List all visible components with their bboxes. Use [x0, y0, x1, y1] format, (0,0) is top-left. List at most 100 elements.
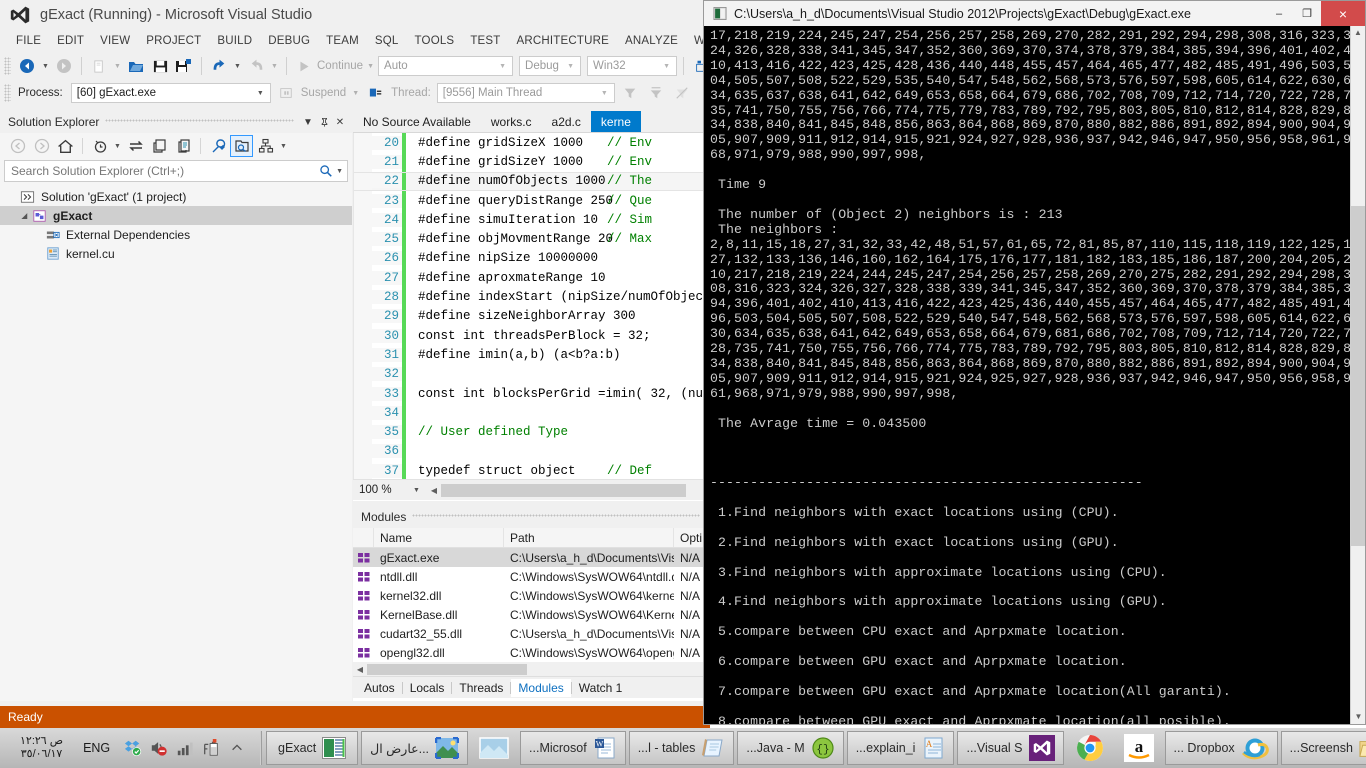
menu-team[interactable]: TEAM — [318, 33, 367, 49]
solution-explorer-overflow-icon[interactable]: ▼ — [278, 135, 289, 157]
task-tables[interactable]: ...l - tables — [628, 731, 735, 765]
scroll-left-arrow-icon[interactable]: ◀ — [427, 486, 441, 495]
table-row[interactable]: cudart32_55.dll C:\Users\a_h_d\Documents\… — [353, 624, 710, 643]
task-gexact[interactable]: gExact — [266, 731, 359, 765]
code-line[interactable]: 27 #define aproxmateRange 10 — [354, 268, 710, 288]
menu-test[interactable]: TEST — [462, 33, 508, 49]
navigate-backward-icon[interactable] — [16, 55, 38, 77]
code-lines-container[interactable]: 20 #define gridSizeX 1000 // Env 21 #define … — [353, 133, 710, 479]
solution-platform-combo[interactable]: Win32 ▼ — [587, 56, 678, 76]
table-row[interactable]: opengl32.dll C:\Windows\SysWOW64\opengl3.… — [353, 643, 710, 662]
editor-horizontal-scrollbar[interactable]: ◀ — [427, 482, 708, 498]
table-row[interactable]: KernelBase.dll C:\Windows\SysWOW64\Kernel… — [353, 605, 710, 624]
pending-changes-dropdown-icon[interactable]: ▼ — [112, 135, 123, 157]
code-line[interactable]: 22 #define numOfObjects 1000// The — [354, 171, 710, 191]
task-microsoft-word[interactable]: ...Microsof W — [520, 731, 626, 765]
tab-modules[interactable]: Modules — [511, 678, 571, 697]
table-row[interactable]: gExact.exe C:\Users\a_h_d\Documents\Visua… — [353, 548, 710, 567]
tab-works-c[interactable]: works.c — [481, 111, 542, 132]
console-vertical-scrollbar[interactable]: ▲ ▼ — [1350, 26, 1365, 724]
sync-icon[interactable] — [124, 135, 147, 157]
scroll-up-arrow-icon[interactable]: ▲ — [1351, 26, 1365, 40]
show-all-files-icon[interactable] — [172, 135, 195, 157]
toolbar-grip[interactable] — [4, 84, 11, 102]
tab-watch-1[interactable]: Watch 1 — [572, 679, 630, 697]
task-screenshots-folder[interactable]: ...Screensh — [1280, 731, 1366, 765]
vs-menubar[interactable]: FILE EDIT VIEW PROJECT BUILD DEBUG TEAM … — [0, 30, 710, 52]
menu-tools[interactable]: TOOLS — [407, 33, 463, 49]
menu-debug[interactable]: DEBUG — [260, 33, 318, 49]
task-explain[interactable]: ...explain_i A — [846, 731, 955, 765]
minimize-button[interactable]: – — [1265, 1, 1293, 26]
class-view-icon[interactable] — [254, 135, 277, 157]
maximize-button[interactable]: ❐ — [1293, 1, 1321, 26]
zoom-chevron-down-icon[interactable]: ▼ — [413, 487, 427, 494]
refresh-icon[interactable] — [148, 135, 171, 157]
close-icon[interactable]: ✕ — [332, 114, 348, 130]
menu-edit[interactable]: EDIT — [49, 33, 92, 49]
code-line[interactable]: 34 — [354, 403, 710, 423]
panel-menu-chevron-down-icon[interactable]: ▼ — [300, 114, 316, 130]
scrollbar-thumb[interactable] — [441, 483, 686, 497]
code-line[interactable]: 26 #define nipSize 10000000 — [354, 248, 710, 269]
close-button[interactable]: × — [1321, 1, 1365, 26]
code-line[interactable]: 33 const int blocksPerGrid =imin( 32, (nu… — [354, 383, 710, 404]
code-line[interactable]: 23 #define queryDistRange 250// Que — [354, 190, 710, 211]
volume-muted-icon[interactable] — [148, 737, 170, 759]
scroll-left-arrow-icon[interactable]: ◀ — [353, 665, 367, 674]
tab-locals[interactable]: Locals — [403, 679, 452, 697]
tree-item-solution[interactable]: Solution 'gExact' (1 project) — [0, 187, 352, 206]
zoom-level[interactable]: 100 % — [353, 484, 413, 496]
task-chrome[interactable] — [1067, 731, 1113, 765]
tab-kernel-cu[interactable]: kerne — [590, 111, 641, 132]
save-all-icon[interactable] — [173, 55, 195, 77]
solution-config-auto-combo[interactable]: Auto ▼ — [378, 56, 514, 76]
battery-icon[interactable] — [200, 737, 222, 759]
code-line[interactable]: 37 typedef struct object // Def — [354, 461, 710, 479]
open-file-icon[interactable] — [125, 55, 147, 77]
menu-file[interactable]: FILE — [8, 33, 49, 49]
panel-drag-dots[interactable] — [105, 115, 294, 129]
console-titlebar[interactable]: C:\Users\a_h_d\Documents\Visual Studio 2… — [704, 1, 1365, 26]
task-photo-viewer[interactable]: عارض ال... — [361, 731, 469, 765]
column-header-path[interactable]: Path — [504, 528, 674, 547]
thread-marker-icon[interactable] — [365, 82, 387, 104]
menu-architecture[interactable]: ARCHITECTURE — [509, 33, 618, 49]
task-visual-studio[interactable]: ...Visual S — [957, 731, 1064, 765]
network-icon[interactable] — [174, 737, 196, 759]
tree-item-project-gexact[interactable]: ◢ gExact — [0, 206, 352, 225]
task-amazon[interactable]: a — [1116, 731, 1162, 765]
code-line[interactable]: 36 — [354, 441, 710, 462]
menu-analyze[interactable]: ANALYZE — [617, 33, 686, 49]
panel-drag-dots[interactable] — [412, 510, 700, 524]
properties-wrench-icon[interactable] — [206, 135, 229, 157]
code-line[interactable]: 24 #define simuIteration 10 // Sim — [354, 210, 710, 230]
save-icon[interactable] — [149, 55, 171, 77]
search-options-chevron-down-icon[interactable]: ▼ — [336, 168, 343, 175]
undo-icon[interactable] — [208, 55, 230, 77]
pin-icon[interactable] — [316, 114, 332, 130]
scrollbar-thumb[interactable] — [1351, 206, 1365, 546]
column-header-name[interactable]: Name — [374, 528, 504, 547]
menu-build[interactable]: BUILD — [209, 33, 260, 49]
dropbox-tray-icon[interactable] — [122, 737, 144, 759]
code-line[interactable]: 25 #define objMovmentRange 20// Max — [354, 229, 710, 249]
undo-dropdown-icon[interactable]: ▼ — [232, 55, 243, 77]
code-line[interactable]: 29 #define sizeNeighborArray 300 — [354, 306, 710, 326]
tab-no-source-available[interactable]: No Source Available — [353, 111, 481, 132]
table-row[interactable]: kernel32.dll C:\Windows\SysWOW64\kernel32… — [353, 586, 710, 605]
search-input[interactable] — [11, 164, 320, 178]
search-icon[interactable] — [319, 164, 333, 178]
navigate-backward-dropdown-icon[interactable]: ▼ — [40, 55, 51, 77]
home-icon[interactable] — [54, 135, 77, 157]
toolbar-grip[interactable] — [4, 57, 11, 75]
code-line[interactable]: 35 // User defined Type — [354, 422, 710, 442]
preview-selected-items-icon[interactable] — [230, 135, 253, 157]
tree-expander[interactable]: ◢ — [18, 212, 31, 220]
tree-item-kernel-cu[interactable]: kernel.cu — [0, 244, 352, 263]
scrollbar-thumb[interactable] — [367, 663, 527, 675]
solution-config-combo[interactable]: Debug ▼ — [519, 56, 582, 76]
task-dropbox-ie[interactable]: ... Dropbox — [1164, 731, 1278, 765]
menu-sql[interactable]: SQL — [367, 33, 407, 49]
solution-explorer-search[interactable]: ▼ — [4, 160, 348, 182]
